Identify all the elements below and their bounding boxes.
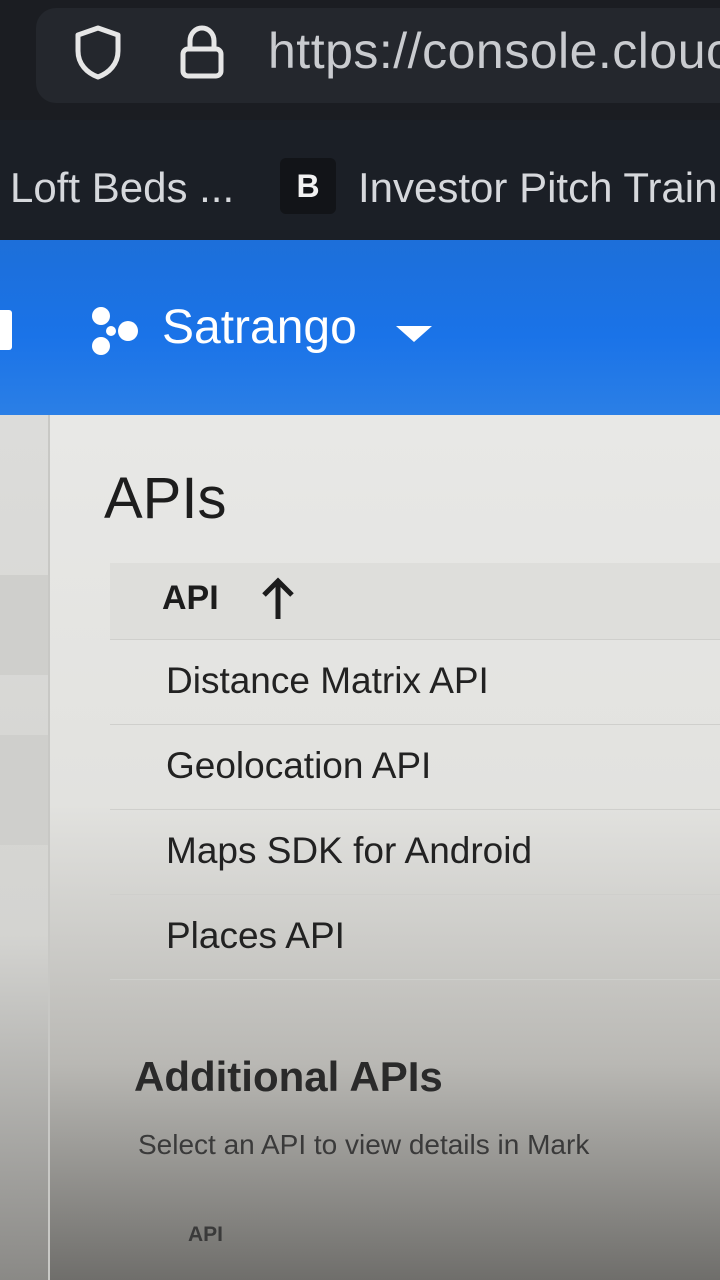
lock-icon[interactable]	[172, 22, 232, 82]
menu-icon[interactable]	[0, 310, 12, 350]
api-name[interactable]: Places API	[166, 915, 345, 957]
url-text[interactable]: https://console.clouc	[268, 22, 720, 80]
nav-item[interactable]	[0, 735, 48, 845]
main-content: APIs API Distance Matrix API Geolocation…	[0, 415, 720, 1280]
api-table: API Distance Matrix API Geolocation API …	[110, 563, 720, 980]
additional-apis-title: Additional APIs	[134, 1053, 443, 1100]
bookmark-investor-pitch[interactable]: Investor Pitch Traini	[358, 164, 720, 212]
bookmark-loft-beds[interactable]: Loft Beds ...	[10, 164, 234, 212]
additional-apis-column-header[interactable]: API	[188, 1223, 223, 1247]
additional-apis-subtitle: Select an API to view details in Mark	[138, 1129, 590, 1160]
table-row[interactable]: Distance Matrix API	[110, 640, 720, 725]
bookmark-favicon[interactable]: B	[280, 158, 336, 214]
shield-icon[interactable]	[68, 22, 128, 82]
api-name[interactable]: Distance Matrix API	[166, 660, 489, 702]
sort-arrow-up-icon[interactable]	[258, 577, 298, 623]
caret-down-icon[interactable]	[396, 326, 432, 342]
table-row[interactable]: Geolocation API	[110, 725, 720, 810]
screen: https://console.clouc Loft Beds ... B In…	[0, 0, 720, 1280]
table-row[interactable]: Maps SDK for Android	[110, 810, 720, 895]
api-name[interactable]: Geolocation API	[166, 745, 431, 787]
console-header: Satrango	[0, 240, 720, 415]
nav-item[interactable]	[0, 575, 48, 675]
browser-address-bar: https://console.clouc	[0, 0, 720, 120]
left-nav-panel	[0, 415, 50, 1280]
column-header-api[interactable]: API	[162, 579, 219, 618]
project-nodes-icon[interactable]	[88, 304, 144, 360]
page-title: APIs	[104, 466, 227, 531]
api-name[interactable]: Maps SDK for Android	[166, 830, 532, 872]
table-row[interactable]: Places API	[110, 895, 720, 980]
project-selector[interactable]: Satrango	[162, 300, 357, 355]
bookmarks-bar: Loft Beds ... B Investor Pitch Traini	[0, 120, 720, 240]
table-header: API	[110, 563, 720, 640]
